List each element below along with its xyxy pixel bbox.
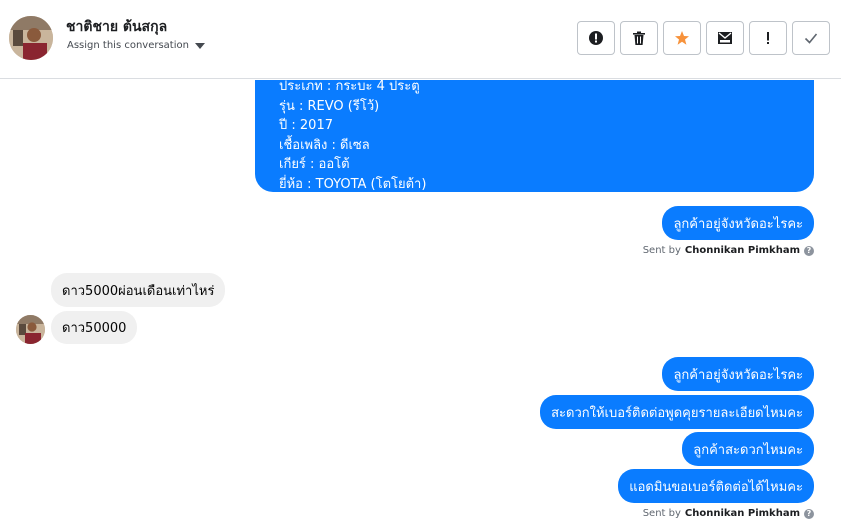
star-button[interactable] — [663, 21, 701, 55]
sender-name: Chonnikan Pimkham — [684, 245, 800, 256]
assign-conversation-dropdown[interactable]: Assign this conversation — [67, 40, 205, 51]
vehicle-details-message: ประเภท : กระบะ 4 ประตู รุ่น : REVO (รีโว… — [255, 80, 814, 192]
sent-by-label: Sent by Chonnikan Pimkham ? — [643, 245, 814, 256]
detail-line: รุ่น : REVO (รีโว้) — [279, 98, 380, 114]
sender-name: Chonnikan Pimkham — [684, 508, 800, 519]
mark-as-spam-button[interactable] — [577, 21, 615, 55]
contact-avatar-small[interactable] — [16, 315, 45, 344]
spam-icon — [589, 31, 603, 45]
delete-button[interactable] — [620, 21, 658, 55]
contact-avatar[interactable] — [9, 16, 53, 60]
sent-by-label: Sent by Chonnikan Pimkham ? — [643, 508, 814, 519]
delete-icon — [633, 31, 645, 45]
detail-line: ปี : 2017 — [279, 118, 333, 133]
mark-unread-button[interactable] — [706, 21, 744, 55]
detail-line: ประเภท : กระบะ 4 ประตู — [279, 80, 420, 94]
mark-unread-icon — [718, 32, 732, 44]
mark-done-button[interactable] — [792, 21, 830, 55]
sent-by-prefix: Sent by — [642, 508, 681, 519]
sent-by-prefix: Sent by — [642, 245, 681, 256]
outgoing-message: ลูกค้าอยู่จังหวัดอะไรคะ — [662, 357, 814, 391]
outgoing-message: ลูกค้าสะดวกไหมคะ — [682, 432, 814, 466]
detail-line: ยี่ห้อ : TOYOTA (โตโยต้า) — [279, 176, 427, 192]
contact-name: ชาติชาย ต้นสกุล — [66, 19, 168, 35]
detail-line: เชื้อเพลิง : ดีเซล — [279, 137, 370, 153]
help-icon[interactable]: ? — [804, 245, 814, 256]
help-icon[interactable]: ? — [804, 508, 814, 519]
assign-label: Assign this conversation — [67, 40, 189, 51]
mark-important-button[interactable] — [749, 21, 787, 55]
star-icon — [675, 31, 689, 45]
outgoing-message: แอดมินขอเบอร์ติดต่อได้ไหมคะ — [618, 469, 814, 503]
message-thread[interactable]: ประเภท : กระบะ 4 ประตู รุ่น : REVO (รีโว… — [0, 80, 841, 524]
outgoing-message: สะดวกให้เบอร์ติดต่อพูดคุยรายละเอียดไหมคะ — [540, 395, 814, 429]
detail-line: เกียร์ : ออโต้ — [279, 157, 350, 172]
incoming-message: ดาว50000 — [51, 311, 138, 344]
outgoing-message: ลูกค้าอยู่จังหวัดอะไรคะ — [662, 206, 814, 240]
chevron-down-icon — [194, 42, 205, 49]
incoming-message: ดาว5000ผ่อนเดือนเท่าไหร่ — [51, 273, 226, 307]
important-icon — [767, 32, 769, 44]
done-icon — [804, 33, 818, 44]
conversation-header: ชาติชาย ต้นสกุล Assign this conversation — [0, 0, 841, 79]
